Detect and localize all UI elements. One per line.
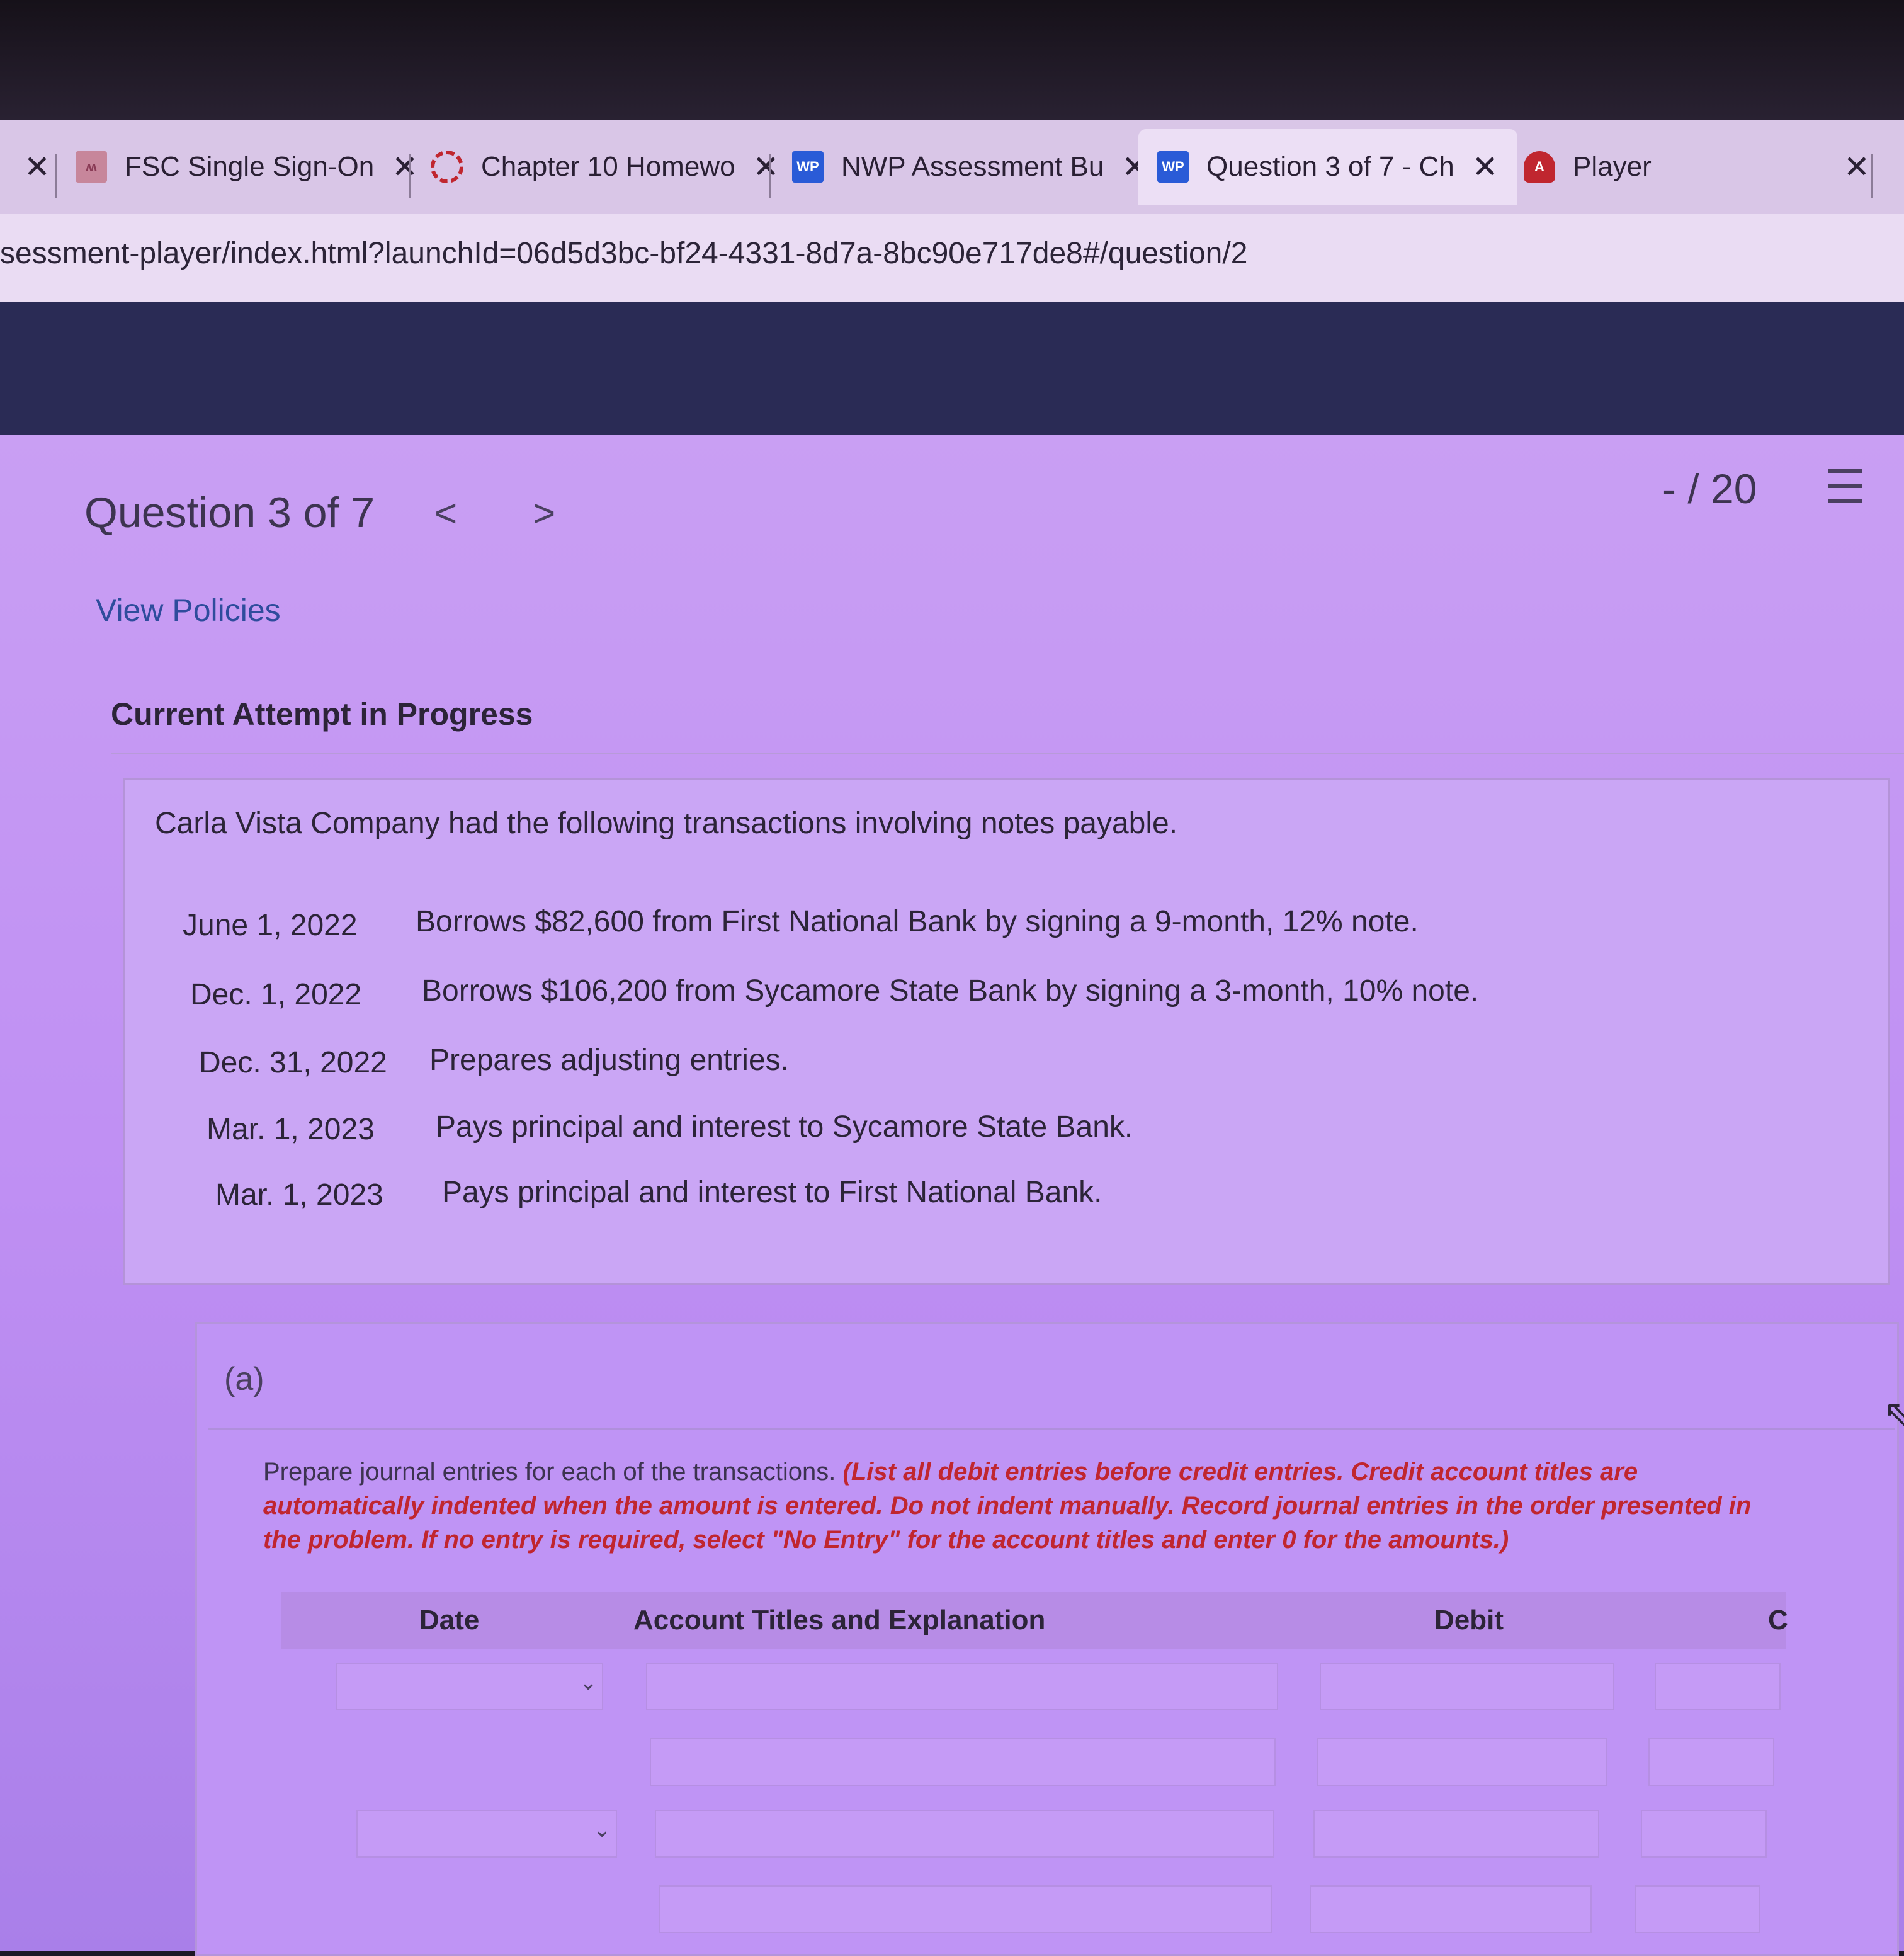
close-icon[interactable]: ✕ [392,149,418,185]
account-title-input[interactable] [655,1810,1274,1858]
mouse-cursor-icon: ⇖ [1883,1392,1904,1435]
tab-label: FSC Single Sign-On [125,151,375,182]
score-display: - / 20 [1662,465,1757,512]
divider [111,753,1904,754]
close-icon[interactable]: ✕ [753,149,779,185]
instruction-text: Prepare journal entries for each of the … [263,1458,836,1486]
question-list-icon[interactable] [1820,469,1862,507]
column-header-credit: C [1768,1605,1788,1635]
close-icon[interactable]: ✕ [24,149,50,185]
wp-icon: WP [1157,151,1189,183]
transaction-date: Mar. 1, 2023 [207,1113,375,1146]
tab-nwp-assessment[interactable]: WP NWP Assessment Bu ✕ [792,129,1148,205]
chevron-down-icon[interactable]: ⌄ [593,1817,611,1843]
wp-icon: WP [792,151,824,183]
column-header-date: Date [419,1605,480,1635]
transaction-description: Borrows $82,600 from First National Bank… [416,905,1419,938]
divider [208,1428,1895,1430]
debit-input[interactable] [1313,1810,1599,1858]
next-question-button[interactable]: > [533,491,555,536]
fsc-logo-icon: ʍ [76,151,107,183]
transaction-date: June 1, 2022 [183,909,358,942]
loading-icon [431,151,463,183]
column-header-account: Account Titles and Explanation [633,1605,1046,1635]
debit-input[interactable] [1310,1885,1592,1933]
account-title-input[interactable] [646,1663,1278,1710]
tab-label: Question 3 of 7 - Ch [1206,151,1454,182]
transaction-date: Dec. 1, 2022 [190,978,362,1011]
tab-player[interactable]: A Player [1524,129,1652,205]
account-title-input[interactable] [650,1738,1276,1786]
tab-label: NWP Assessment Bu [841,151,1104,182]
problem-intro: Carla Vista Company had the following tr… [155,807,1178,840]
angular-icon: A [1524,151,1555,183]
prev-question-button[interactable]: < [434,491,457,536]
chevron-down-icon[interactable]: ⌄ [579,1670,598,1695]
tab-divider [409,154,411,198]
tab-label: Player [1573,151,1652,182]
tab-label: Chapter 10 Homewo [481,151,735,182]
tab-close-partial[interactable]: ✕ [6,129,50,205]
credit-input[interactable] [1648,1738,1774,1786]
tab-divider [1871,154,1873,198]
date-select[interactable] [336,1663,603,1710]
close-icon[interactable]: ✕ [1844,149,1870,185]
question-title: Question 3 of 7 [84,489,375,537]
monitor-bezel [0,0,1904,126]
date-select[interactable] [356,1810,617,1858]
debit-input[interactable] [1320,1663,1614,1710]
tab-divider [769,154,771,198]
tab-player-close[interactable]: ✕ [1826,129,1870,205]
credit-input[interactable] [1655,1663,1781,1710]
view-policies-link[interactable]: View Policies [96,592,281,628]
url-text[interactable]: sessment-player/index.html?launchId=06d5… [0,236,1247,271]
credit-input[interactable] [1641,1810,1767,1858]
close-icon[interactable]: ✕ [1472,149,1499,185]
tab-fsc-sign-on[interactable]: ʍ FSC Single Sign-On ✕ [76,129,418,205]
column-header-debit: Debit [1434,1605,1504,1635]
transaction-description: Pays principal and interest to First Nat… [442,1176,1102,1209]
tab-chapter-10[interactable]: Chapter 10 Homewo ✕ [431,129,779,205]
app-header-band [0,302,1904,441]
transaction-date: Mar. 1, 2023 [215,1178,383,1212]
part-a-label: (a) [224,1361,264,1397]
transaction-description: Pays principal and interest to Sycamore … [436,1110,1133,1144]
account-title-input[interactable] [659,1885,1272,1933]
transaction-description: Prepares adjusting entries. [429,1043,789,1077]
debit-input[interactable] [1317,1738,1607,1786]
part-a-instructions: Prepare journal entries for each of the … [263,1455,1787,1557]
credit-input[interactable] [1635,1885,1760,1933]
tab-question-3[interactable]: WP Question 3 of 7 - Ch ✕ [1138,129,1517,205]
attempt-status: Current Attempt in Progress [111,697,533,732]
transaction-date: Dec. 31, 2022 [199,1046,387,1079]
transaction-description: Borrows $106,200 from Sycamore State Ban… [422,974,1479,1008]
tab-divider [55,154,57,198]
